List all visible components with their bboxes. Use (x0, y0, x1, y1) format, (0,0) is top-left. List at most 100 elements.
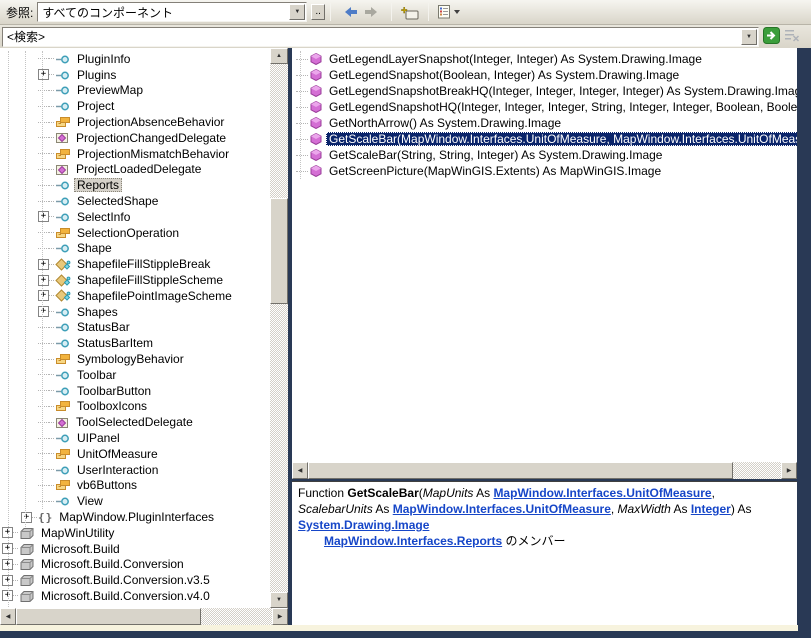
tree-item[interactable]: +Microsoft.Build.Conversion.v3.5 (0, 572, 270, 588)
member-row[interactable]: GetLegendSnapshotBreakHQ(Integer, Intege… (292, 83, 797, 99)
tree-item[interactable]: +Microsoft.Build.Conversion (0, 557, 270, 573)
member-row[interactable]: GetLegendSnapshot(Boolean, Integer) As S… (292, 67, 797, 83)
members-horizontal-scrollbar[interactable]: ◀ ▶ (292, 462, 797, 479)
tree-item-label: SelectionOperation (74, 226, 182, 240)
tree-item[interactable]: StatusBar (0, 320, 270, 336)
tree-item[interactable]: +ShapefileFillStippleScheme (0, 272, 270, 288)
tree-item[interactable]: StatusBarItem (0, 335, 270, 351)
expand-plus-icon[interactable]: + (21, 512, 32, 523)
type-link[interactable]: System.Drawing.Image (298, 518, 429, 532)
tree-item[interactable]: ProjectionMismatchBehavior (0, 146, 270, 162)
type-link[interactable]: Integer (691, 502, 731, 516)
expand-plus-icon[interactable]: + (38, 275, 49, 286)
tree-item[interactable]: Project (0, 98, 270, 114)
tree-guide-stub (13, 580, 18, 581)
expand-plus-icon[interactable]: + (38, 290, 49, 301)
member-row[interactable]: GetLegendSnapshotHQ(Integer, Integer, In… (292, 99, 797, 115)
tree-item[interactable]: +Plugins (0, 67, 270, 83)
custom-component-set-button[interactable]: .. (311, 4, 325, 20)
add-component-icon: + (401, 5, 419, 20)
tree-item[interactable]: +SelectInfo (0, 209, 270, 225)
tree-item[interactable]: UserInteraction (0, 462, 270, 478)
tree-item[interactable]: ToolSelectedDelegate (0, 414, 270, 430)
tree-item-label: ToolbarButton (74, 384, 154, 398)
search-go-button[interactable] (763, 27, 780, 47)
scroll-right-icon[interactable]: ▶ (272, 608, 288, 625)
member-row[interactable]: GetNorthArrow() As System.Drawing.Image (292, 115, 797, 131)
expand-plus-icon[interactable]: + (38, 259, 49, 270)
tree-item[interactable]: SelectedShape (0, 193, 270, 209)
tree-guide-stub (296, 155, 308, 156)
scroll-left-icon[interactable]: ◀ (292, 462, 308, 479)
tree-item-label: PreviewMap (74, 83, 146, 97)
type-link[interactable]: MapWindow.Interfaces.Reports (324, 534, 502, 548)
combo-dropdown-icon[interactable]: ▼ (741, 29, 757, 45)
tree-item[interactable]: SelectionOperation (0, 225, 270, 241)
type-link[interactable]: MapWindow.Interfaces.UnitOfMeasure (393, 502, 611, 516)
tree-item[interactable]: +Microsoft.Build.Conversion.v4.0 (0, 588, 270, 604)
browser-settings-button[interactable] (434, 1, 464, 23)
description-text: MapUnits (423, 486, 474, 500)
tree-guide-stub (49, 280, 54, 281)
tree-item[interactable]: PreviewMap (0, 83, 270, 99)
tree-item[interactable]: ProjectionChangedDelegate (0, 130, 270, 146)
description-text: As (473, 486, 493, 500)
search-combobox[interactable]: ▼ (2, 27, 759, 47)
tree-item[interactable]: Shape (0, 241, 270, 257)
tree-guide-stub (49, 374, 54, 375)
tree-item[interactable]: ProjectLoadedDelegate (0, 162, 270, 178)
member-of-line: MapWindow.Interfaces.Reports のメンバー (324, 533, 791, 549)
tree-horizontal-scrollbar[interactable]: ◀ ▶ (0, 608, 288, 625)
tree-item[interactable]: ToolbarButton (0, 383, 270, 399)
scroll-left-icon[interactable]: ◀ (0, 608, 16, 625)
type-link[interactable]: MapWindow.Interfaces.UnitOfMeasure (493, 486, 711, 500)
member-row[interactable]: GetScaleBar(MapWindow.Interfaces.UnitOfM… (292, 131, 797, 147)
tree-guide-stub (38, 438, 49, 439)
member-row[interactable]: GetLegendLayerSnapshot(Integer, Integer)… (292, 51, 797, 67)
scroll-right-icon[interactable]: ▶ (781, 462, 797, 479)
forward-button[interactable] (361, 1, 386, 23)
tree-item[interactable]: +Shapes (0, 304, 270, 320)
component-scope-combobox[interactable]: すべてのコンポーネント ▼ (37, 2, 307, 22)
expand-plus-icon[interactable]: + (38, 306, 49, 317)
interface-icon (55, 211, 71, 223)
back-button[interactable] (336, 1, 361, 23)
tree-item[interactable]: +Microsoft.Build (0, 541, 270, 557)
search-options-button[interactable] (784, 28, 800, 46)
tree-item[interactable]: vb6Buttons (0, 478, 270, 494)
tree-item[interactable]: Toolbar (0, 367, 270, 383)
scrollbar-thumb[interactable] (270, 198, 288, 304)
member-row[interactable]: GetScreenPicture(MapWinGIS.Extents) As M… (292, 163, 797, 179)
scrollbar-track[interactable] (733, 462, 781, 479)
scrollbar-thumb[interactable] (308, 462, 733, 479)
scrollbar-thumb[interactable] (16, 608, 201, 625)
tree-item[interactable]: ToolboxIcons (0, 399, 270, 415)
tree-item[interactable]: +ShapefilePointImageScheme (0, 288, 270, 304)
tree-guide-stub (49, 169, 54, 170)
tree-item[interactable]: Reports (0, 177, 270, 193)
tree-item[interactable]: SymbologyBehavior (0, 351, 270, 367)
tree-guide-stub (38, 106, 49, 107)
tree-item[interactable]: +ShapefileFillStippleBreak (0, 256, 270, 272)
member-row[interactable]: GetScaleBar(String, String, Integer) As … (292, 147, 797, 163)
tree-guide-stub (296, 75, 308, 76)
tree-item[interactable]: +MapWinUtility (0, 525, 270, 541)
scrollbar-track[interactable] (201, 608, 272, 625)
tree-vertical-scrollbar[interactable]: ▲ ▼ (270, 48, 288, 608)
expand-plus-icon[interactable]: + (38, 211, 49, 222)
tree-item[interactable]: UIPanel (0, 430, 270, 446)
tree-item[interactable]: ProjectionAbsenceBehavior (0, 114, 270, 130)
tree-item[interactable]: UnitOfMeasure (0, 446, 270, 462)
tree-item-label: Microsoft.Build.Conversion (38, 557, 187, 571)
tree-item[interactable]: View (0, 493, 270, 509)
add-to-references-button[interactable]: + (397, 1, 423, 23)
search-input[interactable] (3, 30, 741, 44)
tree-item-label: vb6Buttons (74, 478, 140, 492)
combo-dropdown-icon[interactable]: ▼ (289, 4, 305, 20)
tree-item[interactable]: PluginInfo (0, 51, 270, 67)
scroll-down-icon[interactable]: ▼ (270, 592, 288, 608)
tree-guide-stub (38, 185, 49, 186)
tree-item[interactable]: +{}MapWindow.PluginInterfaces (0, 509, 270, 525)
scroll-up-icon[interactable]: ▲ (270, 48, 288, 64)
expand-plus-icon[interactable]: + (38, 69, 49, 80)
